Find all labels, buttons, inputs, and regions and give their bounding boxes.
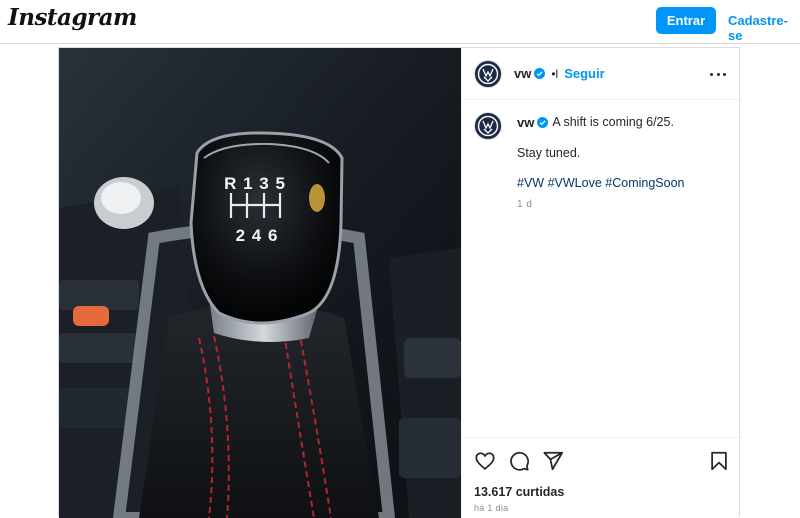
more-options-icon[interactable] xyxy=(710,66,726,82)
post-card: R 1 3 5 2 4 6 vw •l Seguir vw A shift is… xyxy=(58,47,742,518)
gear-label-bottom: 2 4 6 xyxy=(236,226,279,245)
login-button[interactable]: Entrar xyxy=(656,7,716,34)
heart-icon[interactable] xyxy=(474,450,496,472)
verified-badge-icon xyxy=(534,68,546,79)
likes-count[interactable]: 13.617 curtidas xyxy=(474,485,564,499)
verified-badge-icon xyxy=(537,117,549,128)
separator-dot: •l xyxy=(551,66,559,81)
post-image[interactable]: R 1 3 5 2 4 6 xyxy=(59,48,461,518)
gear-label-top: R 1 3 5 xyxy=(224,174,286,193)
hashtag-link[interactable]: #VW xyxy=(517,176,544,190)
vw-logo-icon xyxy=(477,115,499,137)
avatar[interactable] xyxy=(474,112,502,140)
vw-logo-icon xyxy=(477,63,499,85)
instagram-logo[interactable]: Instagram xyxy=(8,4,137,31)
follow-button[interactable]: Seguir xyxy=(564,66,604,81)
action-bar xyxy=(462,437,742,477)
share-icon[interactable] xyxy=(542,450,564,472)
caption-text: A shift is coming 6/25. xyxy=(552,115,674,129)
caption-line-2: Stay tuned. xyxy=(517,146,581,160)
caption-body: vw A shift is coming 6/25. Stay tuned. #… xyxy=(517,114,732,213)
gear-shift-photo: R 1 3 5 2 4 6 xyxy=(59,48,461,518)
caption-username[interactable]: vw xyxy=(517,114,534,131)
signup-link[interactable]: Cadastre-se xyxy=(728,13,800,43)
hashtag-link[interactable]: #ComingSoon xyxy=(605,176,684,190)
post-author: vw •l Seguir xyxy=(514,66,605,81)
post-header: vw •l Seguir xyxy=(462,48,742,100)
post-sidebar: vw •l Seguir vw A shift is coming 6/25. … xyxy=(461,48,742,518)
bookmark-icon[interactable] xyxy=(708,450,730,472)
top-bar: Instagram Entrar Cadastre-se xyxy=(0,0,800,44)
avatar[interactable] xyxy=(474,60,502,88)
comment-icon[interactable] xyxy=(508,450,530,472)
hashtags: #VW #VWLove #ComingSoon xyxy=(517,175,732,192)
hashtag-link[interactable]: #VWLove xyxy=(548,176,602,190)
username-link[interactable]: vw xyxy=(514,66,531,81)
caption-timestamp[interactable]: 1 d xyxy=(517,196,732,213)
post-timestamp[interactable]: há 1 dia xyxy=(474,503,508,513)
